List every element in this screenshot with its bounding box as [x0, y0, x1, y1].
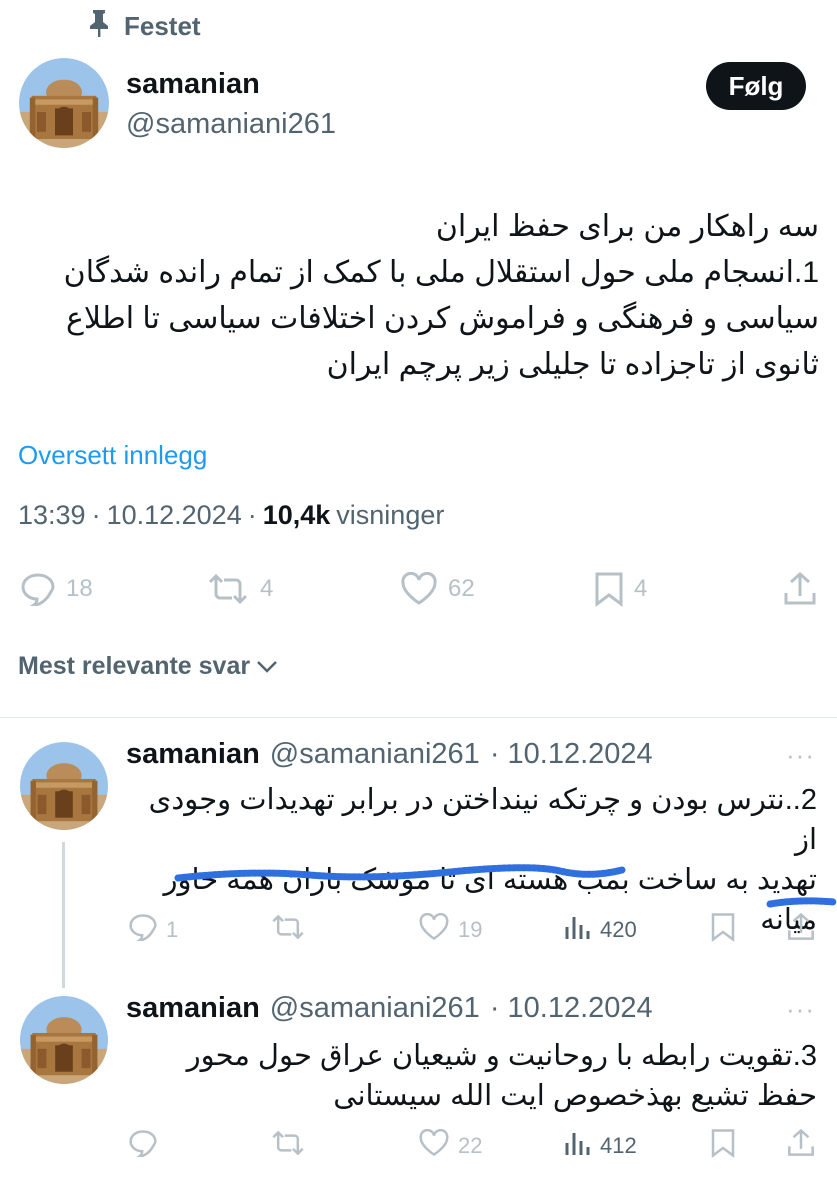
like-button[interactable]: 62 [400, 566, 475, 612]
bookmark-button[interactable] [710, 910, 736, 950]
heart-icon [418, 912, 450, 947]
reply-icon [128, 913, 158, 947]
repost-button[interactable] [270, 910, 306, 950]
avatar[interactable] [20, 742, 108, 830]
sort-replies-dropdown[interactable]: Mest relevante svar [18, 652, 278, 681]
reply-button[interactable]: 18 [20, 566, 93, 612]
divider [0, 717, 837, 718]
reply-text: 3.تقویت رابطه با روحانیت و شیعیان عراق ح… [122, 1036, 817, 1116]
bookmark-count: 4 [634, 575, 648, 602]
avatar[interactable] [20, 996, 108, 1084]
reply-button[interactable] [128, 1126, 158, 1166]
reply-count: 18 [66, 575, 93, 602]
views-label: visninger [336, 500, 445, 530]
share-icon [786, 1128, 816, 1164]
meta-separator: · [91, 500, 101, 530]
reply-date[interactable]: · 10.12.2024 [490, 992, 653, 1025]
bookmark-button[interactable]: 4 [594, 566, 647, 612]
more-icon[interactable]: ··· [786, 740, 815, 771]
views-button[interactable]: 412 [564, 1126, 637, 1166]
bookmark-icon [594, 571, 624, 607]
reply-header: samanian @samaniani261 · 10.12.2024 [126, 738, 653, 771]
bookmark-icon [710, 912, 736, 948]
author-name[interactable]: samanian [126, 68, 260, 101]
share-icon [782, 571, 818, 607]
reply-button[interactable]: 1 [128, 910, 178, 950]
repost-count: 4 [260, 575, 274, 602]
pinned-indicator: Festet [88, 8, 201, 44]
like-count: 19 [458, 917, 483, 942]
highlight-scribble [174, 864, 837, 908]
share-button[interactable] [786, 1126, 816, 1166]
author-handle[interactable]: @samaniani261 [270, 992, 480, 1025]
reply-icon [128, 1129, 158, 1163]
bookmark-button[interactable] [710, 1126, 736, 1166]
follow-button[interactable]: Følg [706, 62, 806, 110]
like-count: 22 [458, 1133, 483, 1158]
tweet-line: ثانوی از تاجزاده تا جلیلی زیر پرچم ایران [326, 348, 819, 381]
reply-line: 2..نترس بودن و چرتکه نینداختن در برابر ت… [148, 784, 817, 856]
tweet-text: سه راهکار من برای حفظ ایران 1.انسجام ملی… [19, 204, 819, 388]
share-button[interactable] [786, 910, 816, 950]
views-icon [564, 913, 592, 947]
reply-icon [20, 572, 56, 606]
chevron-down-icon [256, 652, 278, 681]
heart-icon [400, 572, 438, 606]
repost-icon [270, 913, 306, 947]
repost-button[interactable] [270, 1126, 306, 1166]
repost-icon [270, 1129, 306, 1163]
author-name[interactable]: samanian [126, 992, 260, 1025]
tweet-line: سه راهکار من برای حفظ ایران [435, 210, 819, 243]
bookmark-icon [710, 1128, 736, 1164]
views-count: 10,4k [262, 500, 331, 530]
author-handle[interactable]: @samaniani261 [270, 738, 480, 771]
like-count: 62 [448, 575, 475, 602]
reply-count: 1 [166, 917, 179, 942]
share-button[interactable] [782, 566, 818, 612]
action-bar: 18 4 62 4 [0, 566, 837, 612]
tweet-time[interactable]: 13:39 [18, 500, 86, 531]
share-icon [786, 912, 816, 948]
tweet-meta: 13:39 · 10.12.2024 · 10,4k visninger [18, 500, 444, 531]
meta-separator: · [247, 500, 257, 530]
tweet-date[interactable]: 10.12.2024 [107, 500, 242, 531]
more-icon[interactable]: ··· [786, 994, 815, 1025]
author-handle[interactable]: @samaniani261 [126, 108, 336, 141]
pin-icon [88, 9, 110, 44]
views-icon [564, 1129, 592, 1163]
pinned-label: Festet [124, 10, 201, 41]
reply-date[interactable]: · 10.12.2024 [490, 738, 653, 771]
reply-line: حفظ تشیع بهذخصوص ایت الله سیستانی [333, 1080, 817, 1112]
repost-icon [206, 572, 250, 606]
avatar[interactable] [19, 58, 109, 148]
tweet-line: 1.انسجام ملی حول استقلال ملی با کمک از ت… [63, 256, 819, 289]
sort-label: Mest relevante svar [18, 652, 251, 680]
tweet-line: سیاسی و فرهنگی و فراموش کردن اختلافات سی… [66, 302, 819, 335]
like-button[interactable]: 19 [418, 910, 482, 950]
views-button[interactable]: 420 [564, 910, 637, 950]
author-name[interactable]: samanian [126, 738, 260, 771]
views-count: 420 [600, 917, 637, 942]
heart-icon [418, 1128, 450, 1163]
repost-button[interactable]: 4 [206, 566, 273, 612]
like-button[interactable]: 22 [418, 1126, 482, 1166]
thread-connector [62, 842, 65, 988]
views-count: 412 [600, 1133, 637, 1158]
translate-link[interactable]: Oversett innlegg [18, 440, 207, 471]
reply-line: 3.تقویت رابطه با روحانیت و شیعیان عراق ح… [186, 1040, 817, 1072]
reply-header: samanian @samaniani261 · 10.12.2024 [126, 992, 653, 1025]
